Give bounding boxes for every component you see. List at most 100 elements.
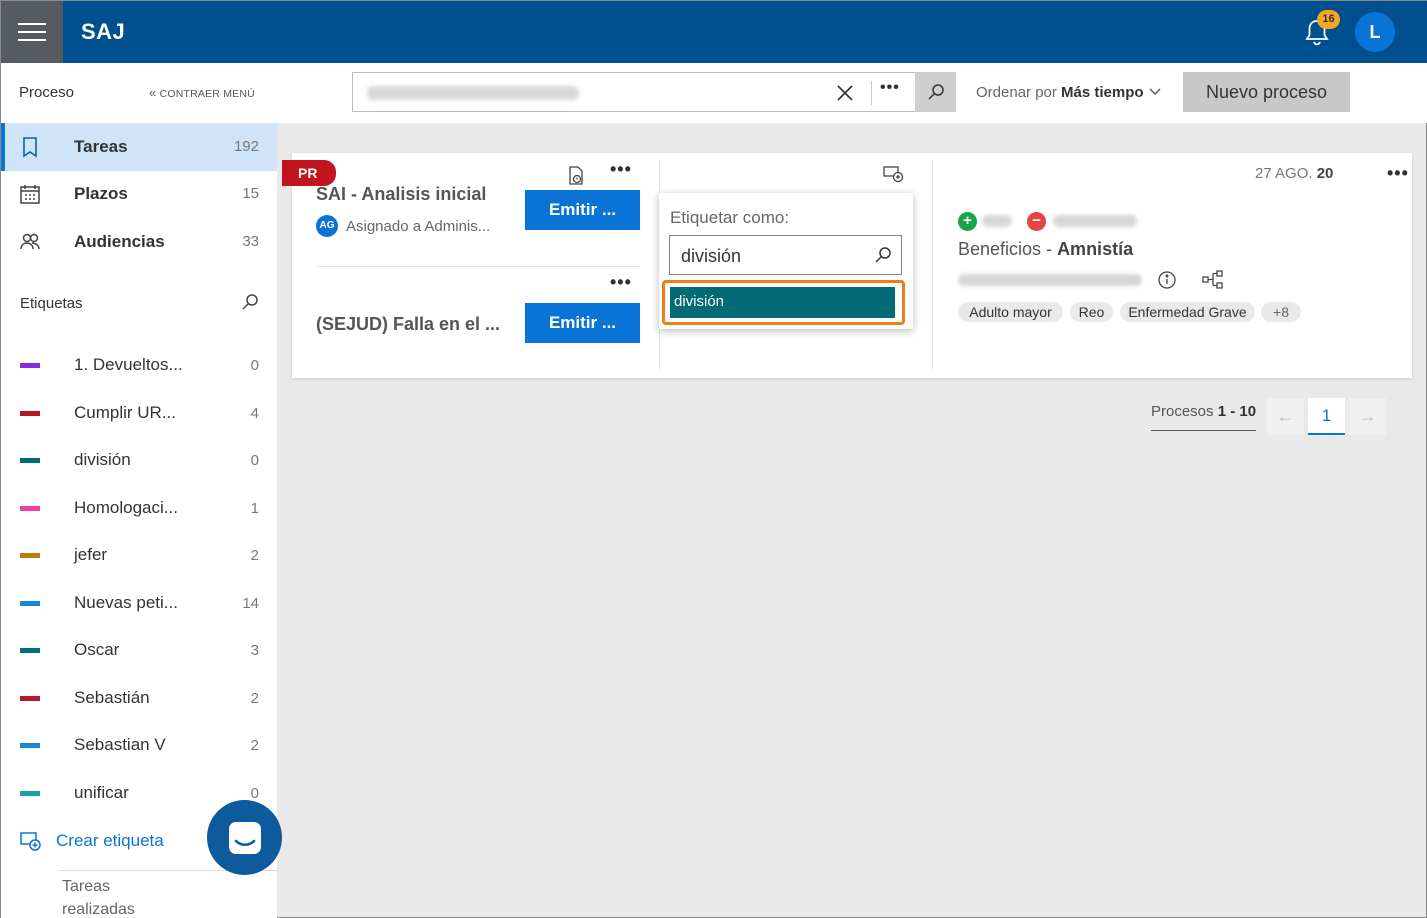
hamburger-menu-button[interactable] — [1, 1, 63, 63]
sidebar: Proceso « CONTRAER MENÚ Tareas 192 Plazo… — [1, 63, 277, 918]
bookmark-icon — [23, 137, 37, 158]
sidebar-item-tareas[interactable]: Tareas 192 — [1, 123, 277, 171]
close-icon[interactable] — [833, 81, 857, 105]
sort-value: Más tiempo — [1061, 84, 1144, 101]
date-day-month: 27 AGO. — [1255, 165, 1313, 182]
tags-section-title: Etiquetas — [20, 295, 83, 312]
emit-button[interactable]: Emitir ... — [525, 190, 640, 230]
sidebar-item-label: Tareas — [74, 137, 128, 156]
status-badge: PR — [282, 160, 336, 186]
process-number-blurred — [958, 274, 1142, 286]
avatar: AG — [316, 215, 338, 237]
tag-label: Sebastian V — [74, 735, 166, 754]
sidebar-item-count: 192 — [233, 138, 259, 155]
tag-color-swatch — [20, 695, 40, 701]
tag-label: Oscar — [74, 640, 120, 659]
tag-color-swatch — [20, 790, 40, 796]
user-avatar[interactable]: L — [1355, 12, 1395, 52]
tag-as-popup: Etiquetar como: división división — [659, 193, 913, 329]
tag-count: 2 — [250, 737, 259, 754]
app-header: SAJ 16 L — [1, 1, 1427, 63]
sidebar-section-title: Proceso — [19, 84, 75, 101]
tag-chip: Reo — [1070, 302, 1113, 322]
prev-page-button[interactable]: ← — [1267, 398, 1304, 435]
sidebar-item-plazos[interactable]: Plazos 15 — [1, 170, 277, 218]
app-brand: SAJ — [81, 19, 126, 44]
document-clock-icon[interactable] — [567, 165, 587, 187]
tag-count: 2 — [250, 689, 259, 707]
tag-option-highlight: división — [662, 280, 905, 325]
add-tag-icon — [20, 832, 41, 851]
task-title[interactable]: SAI - Analisis inicial — [316, 184, 486, 205]
party-name-blurred — [982, 215, 1012, 227]
chat-launcher-button[interactable] — [207, 800, 282, 875]
search-button[interactable] — [915, 72, 956, 112]
emit-button[interactable]: Emitir ... — [525, 303, 640, 343]
search-icon[interactable] — [240, 292, 260, 312]
card-menu-button[interactable]: ••• — [1387, 163, 1409, 184]
tag-color-swatch — [20, 600, 40, 606]
tag-label: 1. Devueltos... — [74, 355, 183, 374]
sidebar-tag-item[interactable]: Homologaci... 1 — [1, 485, 277, 532]
sidebar-item-audiencias[interactable]: Audiencias 33 — [1, 218, 277, 266]
search-query-blurred — [367, 86, 579, 100]
more-options-button[interactable]: ••• — [880, 79, 900, 97]
tag-count: 1 — [250, 499, 259, 517]
hierarchy-icon[interactable] — [1202, 270, 1224, 290]
people-icon — [20, 233, 40, 250]
tag-search-input[interactable]: división — [669, 235, 902, 275]
process-date: 27 AGO. 20 — [1255, 165, 1333, 182]
info-icon[interactable] — [1157, 270, 1177, 290]
tag-label: división — [74, 450, 131, 469]
new-process-button[interactable]: Nuevo proceso — [1183, 72, 1350, 112]
tag-label: jefer — [74, 545, 108, 564]
tag-option-division[interactable]: división — [670, 287, 895, 318]
date-year: 20 — [1316, 165, 1334, 182]
pagination-range: 1 - 10 — [1217, 403, 1257, 420]
tag-count: 0 — [250, 784, 259, 802]
sidebar-tag-item[interactable]: Nuevas peti... 14 — [1, 580, 277, 627]
task-menu-button[interactable]: ••• — [610, 272, 632, 293]
create-tag-label: Crear etiqueta — [56, 831, 164, 850]
divider — [871, 81, 872, 105]
add-tag-icon[interactable] — [883, 165, 905, 183]
double-chevron-left-icon: « — [149, 85, 157, 100]
collapse-menu-label: CONTRAER MENÚ — [159, 88, 255, 100]
next-page-button[interactable]: → — [1349, 398, 1386, 435]
task-menu-button[interactable]: ••• — [610, 159, 632, 180]
create-tag-button[interactable]: Crear etiqueta — [20, 831, 164, 851]
tag-count: 14 — [242, 594, 259, 612]
sidebar-tag-item[interactable]: Oscar 3 — [1, 627, 277, 674]
toolbar: ••• Ordenar por Más tiempo Nuevo proceso — [277, 63, 1427, 123]
sidebar-tag-item[interactable]: división 0 — [1, 437, 277, 484]
tag-label: unificar — [74, 782, 129, 802]
tag-search-value: división — [681, 246, 742, 266]
pagination-label: Procesos 1 - 10 — [1151, 403, 1256, 420]
sidebar-tag-item[interactable]: 1. Devueltos... 0 — [1, 342, 277, 389]
sort-dropdown[interactable]: Ordenar por Más tiempo — [976, 84, 1162, 101]
collapse-menu-button[interactable]: « CONTRAER MENÚ — [149, 85, 255, 100]
search-input[interactable]: ••• — [352, 72, 956, 112]
minus-circle-icon: − — [1027, 212, 1046, 231]
tag-color-swatch — [20, 553, 40, 558]
sidebar-tag-item[interactable]: Sebastián 2 — [1, 675, 277, 722]
page-1-button[interactable]: 1 — [1308, 398, 1345, 435]
sidebar-tag-item[interactable]: Sebastian V 2 — [1, 722, 277, 769]
tag-label: Homologaci... — [74, 497, 178, 517]
calendar-icon — [20, 185, 40, 204]
party-name-blurred — [1053, 215, 1137, 227]
tag-label: Sebastián — [74, 687, 150, 707]
sidebar-tag-item[interactable]: jefer 2 — [1, 532, 277, 579]
more-tags-chip[interactable]: +8 — [1261, 302, 1301, 322]
sort-prefix: Ordenar por — [976, 84, 1057, 101]
assignee-label: Asignado a Adminis... — [346, 218, 491, 235]
divider — [932, 161, 933, 369]
tag-label: Nuevas peti... — [74, 592, 178, 612]
sidebar-tag-item[interactable]: Cumplir UR... 4 — [1, 390, 277, 437]
pagination-prefix: Procesos — [1151, 403, 1214, 420]
done-tasks-link[interactable]: Tareas realizadas — [62, 875, 162, 918]
plus-circle-icon: + — [958, 212, 977, 231]
popup-title: Etiquetar como: — [670, 208, 790, 227]
task-title[interactable]: (SEJUD) Falla en el ... — [316, 314, 500, 335]
sidebar-item-label: Plazos — [74, 184, 128, 203]
